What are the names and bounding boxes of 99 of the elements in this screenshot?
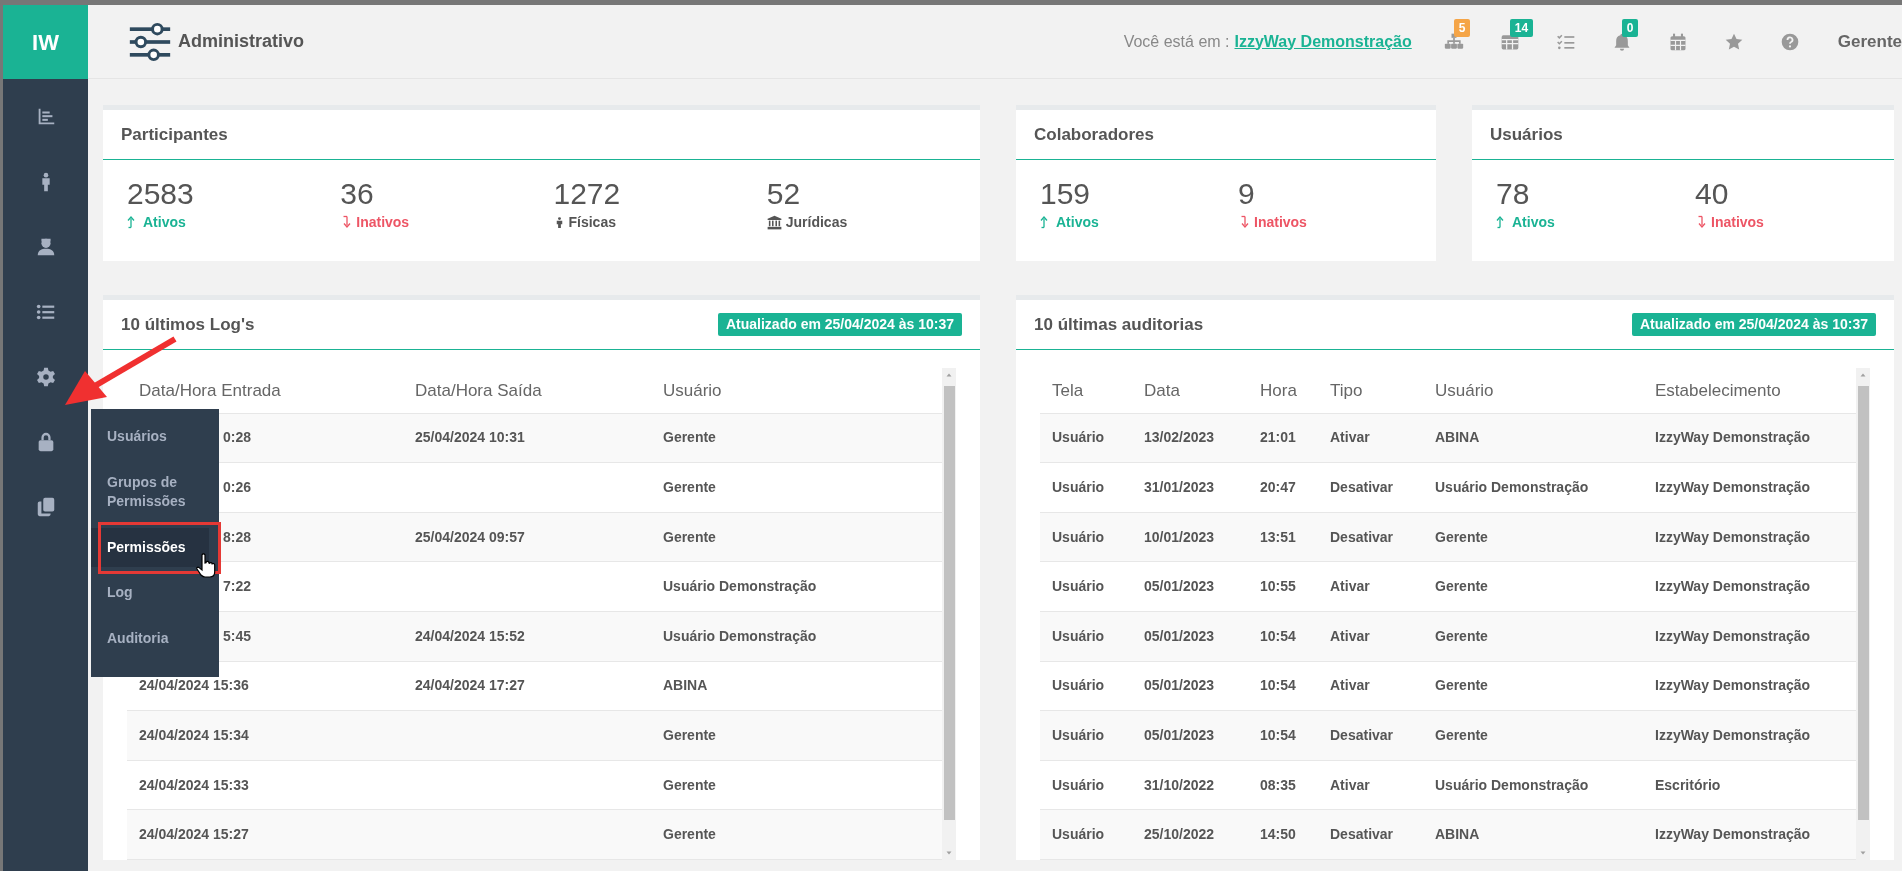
table-cell: 24/04/2024 17:27: [403, 661, 651, 711]
table-cell: 31/01/2023: [1132, 462, 1248, 513]
stat-label: Inativos: [1254, 212, 1307, 232]
table-cell: ABINA: [1423, 413, 1643, 463]
scroll-down-icon[interactable]: [945, 850, 953, 856]
stat-value: 2583: [127, 178, 194, 210]
stat-label: Inativos: [356, 212, 410, 232]
table-cell: Usuário Demonstração: [1423, 462, 1643, 513]
table-cell: 14:50: [1248, 809, 1318, 860]
table-cell: 10:54: [1248, 710, 1318, 761]
table-cell: Usuário: [1040, 710, 1132, 761]
location-label: Você está em :: [1123, 31, 1230, 52]
updated-badge: Atualizado em 25/04/2024 às 10:37: [717, 313, 962, 336]
table-cell: Ativar: [1318, 561, 1423, 612]
column-header[interactable]: Tela: [1040, 368, 1132, 413]
column-header[interactable]: Tipo: [1318, 368, 1423, 413]
table-cell: 05/01/2023: [1132, 561, 1248, 612]
page-title: Administrativo: [178, 30, 305, 53]
scroll-up-icon[interactable]: [945, 372, 953, 378]
panel-title: 10 últimas auditorias: [1034, 313, 1204, 336]
stat-value: 78: [1496, 178, 1530, 210]
table-cell: 31/10/2022: [1132, 760, 1248, 810]
table-cell: Gerente: [1423, 512, 1643, 562]
stat-value: 36: [340, 178, 374, 210]
table-cell: 25/04/2024 09:57: [403, 512, 651, 562]
card-title: Participantes: [121, 123, 228, 146]
table-cell: Ativar: [1318, 413, 1423, 463]
card-title: Usuários: [1490, 123, 1563, 146]
table-cell: 13/02/2023: [1132, 413, 1248, 463]
stat-label: Físicas: [568, 212, 616, 232]
column-header[interactable]: Data/Hora Saída: [403, 368, 651, 413]
table-cell: 08:35: [1248, 760, 1318, 810]
table-cell: 10:55: [1248, 561, 1318, 612]
table-cell: 10:54: [1248, 611, 1318, 662]
bank-icon: [766, 214, 782, 230]
stat-value: 9: [1238, 178, 1255, 210]
column-header[interactable]: Hora: [1248, 368, 1318, 413]
table-cell: 24/04/2024 15:33: [127, 760, 403, 810]
stat-value: 159: [1040, 178, 1091, 210]
table-cell: Desativar: [1318, 710, 1423, 761]
sitemap-icon[interactable]: [1443, 31, 1464, 52]
table-cell: 25/04/2024 10:31: [403, 413, 651, 463]
updated-badge: Atualizado em 25/04/2024 às 10:37: [1631, 313, 1876, 336]
table-cell: Ativar: [1318, 661, 1423, 711]
table-cell: Usuário: [1040, 512, 1132, 562]
table-cell: Usuário: [1040, 809, 1132, 860]
table-cell: Usuário: [1040, 661, 1132, 711]
user-name[interactable]: Gerente: [1837, 28, 1902, 55]
count-badge: 5: [1453, 18, 1471, 37]
stat-label: Ativos: [1512, 212, 1555, 232]
table-cell: Desativar: [1318, 512, 1423, 562]
stat-label: Jurídicas: [785, 212, 848, 232]
table-cell: 20:47: [1248, 462, 1318, 513]
menu-item[interactable]: Permissões: [91, 527, 209, 568]
table-cell: Desativar: [1318, 462, 1423, 513]
table-cell: Usuário: [1040, 462, 1132, 513]
column-header[interactable]: Usuário: [1423, 368, 1643, 413]
table-cell: 05/01/2023: [1132, 661, 1248, 711]
scroll-down-icon[interactable]: [1859, 850, 1867, 856]
stat-value: 40: [1695, 178, 1729, 210]
table-cell: Ativar: [1318, 760, 1423, 810]
stat-value: 52: [766, 178, 801, 210]
table-cell: 10/01/2023: [1132, 512, 1248, 562]
scroll-up-icon[interactable]: [1859, 372, 1867, 378]
stat-label: Ativos: [1056, 212, 1099, 232]
table-cell: Gerente: [1423, 710, 1643, 761]
table-cell: 10:54: [1248, 661, 1318, 711]
table-cell: Gerente: [1423, 561, 1643, 612]
table-cell: Usuário: [1040, 561, 1132, 612]
table-cell: 24/04/2024 15:34: [127, 710, 403, 761]
stat-label: Inativos: [1711, 212, 1764, 232]
card-title: Colaboradores: [1034, 123, 1154, 146]
table-cell: 13:51: [1248, 512, 1318, 562]
table-cell: 24/04/2024 15:52: [403, 611, 651, 662]
stat-label: Ativos: [143, 212, 186, 232]
table-cell: 05/01/2023: [1132, 611, 1248, 662]
count-badge: 0: [1621, 18, 1639, 37]
table-cell: ABINA: [1423, 809, 1643, 860]
table-cell: 25/10/2022: [1132, 809, 1248, 860]
settings-icon[interactable]: [34, 366, 57, 388]
table-cell: 05/01/2023: [1132, 710, 1248, 761]
count-badge: 14: [1509, 18, 1534, 37]
panel-title: 10 últimos Log's: [121, 313, 255, 336]
table-cell: Ativar: [1318, 611, 1423, 662]
table-cell: Usuário: [1040, 413, 1132, 463]
table-cell: Desativar: [1318, 809, 1423, 860]
table-cell: Usuário: [1040, 760, 1132, 810]
table-cell: 21:01: [1248, 413, 1318, 463]
scrollbar[interactable]: [1856, 368, 1870, 860]
stat-value: 1272: [553, 178, 621, 210]
table-cell: Gerente: [1423, 661, 1643, 711]
scrollbar[interactable]: [942, 368, 956, 860]
table-cell: Usuário Demonstração: [1423, 760, 1643, 810]
hand-cursor-icon: [196, 553, 216, 579]
column-header[interactable]: Data: [1132, 368, 1248, 413]
table-cell: Gerente: [1423, 611, 1643, 662]
help-icon[interactable]: [1779, 31, 1800, 52]
table-cell: Usuário: [1040, 611, 1132, 662]
table-cell: 24/04/2024 15:27: [127, 809, 403, 860]
